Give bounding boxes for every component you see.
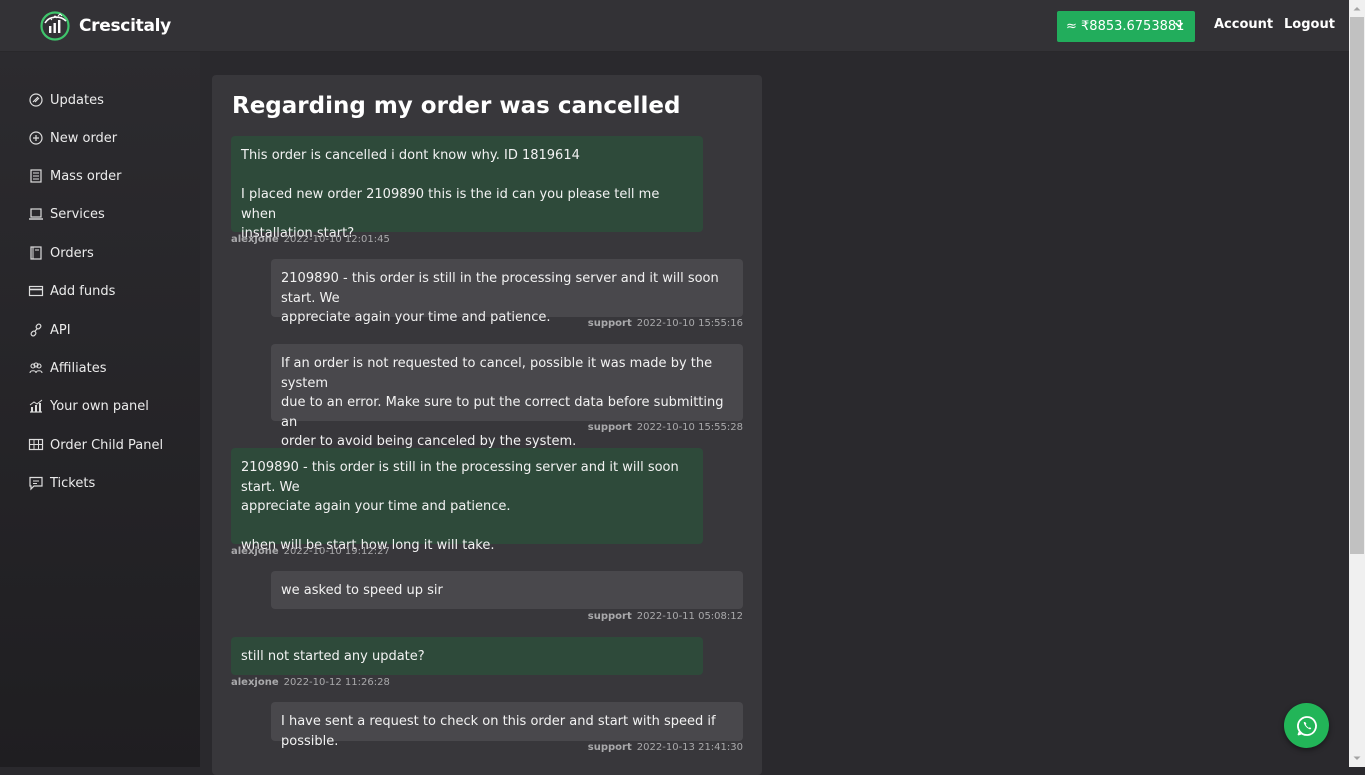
ticket-card: Regarding my order was cancelled This or… xyxy=(212,75,762,775)
message-bubble-support: 2109890 - this order is still in the pro… xyxy=(271,259,743,325)
message-icon xyxy=(28,475,44,491)
sidebar-item-label: New order xyxy=(50,130,118,146)
message-text: still not started any update? xyxy=(241,649,425,664)
sidebar-item-label: Add funds xyxy=(50,283,116,299)
message-time: 2022-10-10 12:01:45 xyxy=(283,234,390,245)
message-text: I placed new order 2109890 this is the i… xyxy=(241,187,660,222)
ticket-title: Regarding my order was cancelled xyxy=(232,93,681,119)
message-author: alexjone xyxy=(231,546,279,557)
logo-icon xyxy=(40,11,70,41)
sidebar-item-label: Tickets xyxy=(50,475,96,491)
scroll-down-arrow-icon[interactable] xyxy=(1349,750,1365,767)
message-bubble-support: I have sent a request to check on this o… xyxy=(271,702,743,749)
sidebar-item-label: Mass order xyxy=(50,168,122,184)
sidebar-item-orders[interactable]: Orders xyxy=(28,242,94,264)
sidebar-item-mass-order[interactable]: Mass order xyxy=(28,165,122,187)
balance-value: ≈ ₹8853.6753881 xyxy=(1066,19,1185,34)
message-text: we asked to speed up sir xyxy=(281,583,443,598)
sidebar-item-services[interactable]: Services xyxy=(28,203,105,225)
message-author: support xyxy=(587,422,632,433)
sidebar-item-label: Affiliates xyxy=(50,360,107,376)
sidebar-item-your-own-panel[interactable]: Your own panel xyxy=(28,395,149,417)
plus-circle-icon xyxy=(28,130,44,146)
brand-name: Crescitaly xyxy=(79,16,171,36)
message-text: 2109890 - this order is still in the pro… xyxy=(281,271,719,306)
sidebar-item-affiliates[interactable]: Affiliates xyxy=(28,357,107,379)
message-meta: alexjone 2022-10-12 11:26:28 xyxy=(231,677,390,688)
scroll-up-arrow-icon[interactable] xyxy=(1349,0,1365,17)
whatsapp-chat-button[interactable] xyxy=(1284,703,1329,748)
scrollbar-thumb[interactable] xyxy=(1350,17,1364,554)
sidebar-item-label: Services xyxy=(50,206,105,222)
sidebar-item-label: Your own panel xyxy=(50,398,149,414)
message-author: alexjone xyxy=(231,234,279,245)
sidebar-item-updates[interactable]: Updates xyxy=(28,89,104,111)
message-bubble-support: If an order is not requested to cancel, … xyxy=(271,344,743,449)
top-navbar: Crescitaly ≈ ₹8853.6753881 Account Logou… xyxy=(0,0,1349,52)
sidebar: Updates New order Mass order Services Or… xyxy=(0,52,200,767)
sidebar-item-label: Updates xyxy=(50,92,104,108)
sidebar-item-label: API xyxy=(50,322,71,338)
message-meta: support 2022-10-10 15:55:16 xyxy=(588,318,743,329)
message-meta: alexjone 2022-10-10 19:12:27 xyxy=(231,546,390,557)
sidebar-item-order-child-panel[interactable]: Order Child Panel xyxy=(28,434,163,456)
message-text: This order is cancelled i dont know why.… xyxy=(241,148,580,163)
sidebar-item-add-funds[interactable]: Add funds xyxy=(28,280,115,302)
message-author: alexjone xyxy=(231,677,279,688)
sidebar-item-tickets[interactable]: Tickets xyxy=(28,472,95,494)
whatsapp-icon xyxy=(1296,715,1317,736)
message-bubble-user: This order is cancelled i dont know why.… xyxy=(231,136,703,241)
sidebar-item-new-order[interactable]: New order xyxy=(28,127,117,149)
chevron-down-icon xyxy=(1174,22,1184,28)
message-author: support xyxy=(587,742,632,753)
message-bubble-user: still not started any update? xyxy=(231,637,703,675)
credit-card-icon xyxy=(28,283,44,299)
message-time: 2022-10-10 15:55:28 xyxy=(636,422,743,433)
message-time: 2022-10-13 21:41:30 xyxy=(636,742,743,753)
message-time: 2022-10-12 11:26:28 xyxy=(283,677,390,688)
logout-link[interactable]: Logout xyxy=(1284,17,1335,32)
message-meta: support 2022-10-11 05:08:12 xyxy=(588,611,743,622)
sidebar-item-api[interactable]: API xyxy=(28,319,71,341)
message-text: If an order is not requested to cancel, … xyxy=(281,356,713,391)
users-icon xyxy=(28,360,44,376)
message-time: 2022-10-10 19:12:27 xyxy=(283,546,390,557)
message-time: 2022-10-10 15:55:16 xyxy=(636,318,743,329)
laptop-icon xyxy=(28,206,44,222)
message-author: support xyxy=(587,318,632,329)
message-author: support xyxy=(587,611,632,622)
list-icon xyxy=(28,168,44,184)
grid-icon xyxy=(28,437,44,453)
message-meta: support 2022-10-13 21:41:30 xyxy=(588,742,743,753)
message-bubble-user: 2109890 - this order is still in the pro… xyxy=(231,448,703,553)
balance-dropdown[interactable]: ≈ ₹8853.6753881 xyxy=(1057,11,1195,42)
book-icon xyxy=(28,245,44,261)
link-icon xyxy=(28,322,44,338)
sidebar-item-label: Orders xyxy=(50,245,94,261)
brand-link[interactable]: Crescitaly xyxy=(40,11,171,41)
message-text: appreciate again your time and patience. xyxy=(241,499,511,514)
message-time: 2022-10-11 05:08:12 xyxy=(636,611,743,622)
chart-icon xyxy=(28,398,44,414)
message-bubble-support: we asked to speed up sir xyxy=(271,571,743,609)
message-meta: alexjone 2022-10-10 12:01:45 xyxy=(231,234,390,245)
sidebar-item-label: Order Child Panel xyxy=(50,437,164,453)
message-meta: support 2022-10-10 15:55:28 xyxy=(588,422,743,433)
account-link[interactable]: Account xyxy=(1214,17,1273,32)
updates-icon xyxy=(28,92,44,108)
message-text: 2109890 - this order is still in the pro… xyxy=(241,460,679,495)
